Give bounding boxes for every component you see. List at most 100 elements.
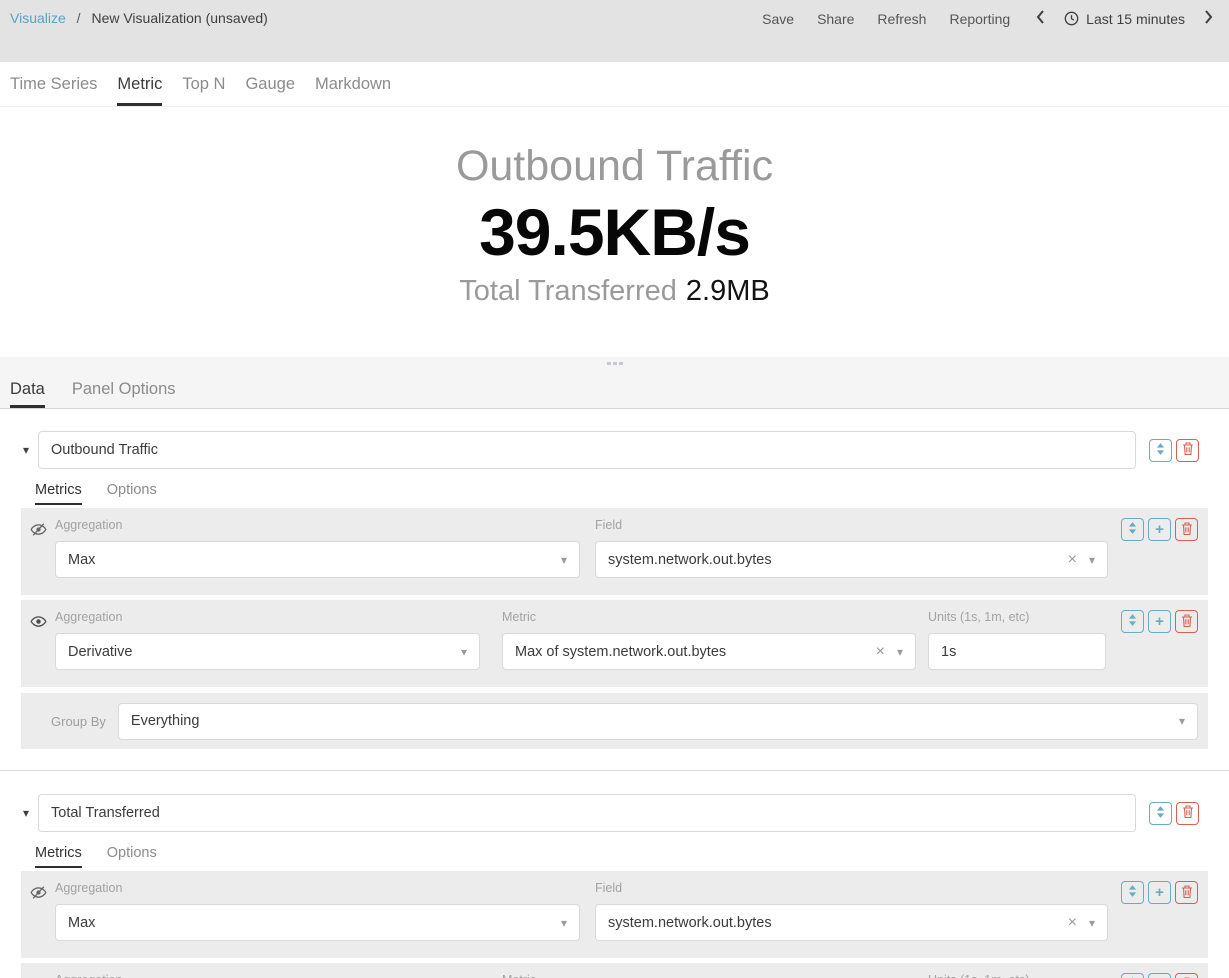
time-step-forward-button[interactable] [1204,9,1213,28]
chevron-right-icon [1204,9,1213,28]
series-header: ▾ [0,431,1229,469]
caret-down-icon: ▾ [1179,714,1185,728]
field-column: Field system.network.out.bytes × ▾ [595,881,1108,941]
sort-icon [1128,614,1137,629]
timepicker: Last 15 minutes [1036,9,1213,28]
breadcrumb-visualize-link[interactable]: Visualize [10,10,66,26]
timepicker-button[interactable]: Last 15 minutes [1064,11,1185,27]
clear-icon[interactable]: × [876,644,885,660]
timepicker-label: Last 15 minutes [1086,11,1185,27]
series-collapse-caret-icon[interactable]: ▾ [14,806,38,820]
field-select[interactable]: system.network.out.bytes × ▾ [595,904,1108,941]
add-metric-button[interactable]: + [1148,881,1171,904]
aggregation-row: Aggregation Max ▾ Field system.network.o… [21,508,1208,595]
delete-metric-button[interactable] [1175,518,1198,541]
metric-reorder-button[interactable] [1121,610,1144,633]
group-by-select[interactable]: Everything ▾ [118,703,1198,740]
units-column: Units (1s, 1m, etc) [928,973,1106,978]
metric-visualization: Outbound Traffic 39.5KB/s Total Transfer… [0,107,1229,357]
trash-icon [1181,614,1193,630]
tab-markdown[interactable]: Markdown [315,62,391,106]
series-delete-button[interactable] [1176,439,1199,462]
metric-secondary-label: Total Transferred [459,275,677,307]
tab-data[interactable]: Data [10,376,45,408]
series-collapse-caret-icon[interactable]: ▾ [14,443,38,457]
metric-reorder-button[interactable] [1121,518,1144,541]
app-header: Visualize / New Visualization (unsaved) … [0,0,1229,62]
panel-resize-handle[interactable] [0,357,1229,370]
add-metric-button[interactable]: + [1148,518,1171,541]
tab-metrics[interactable]: Metrics [35,845,82,868]
header-actions: Save Share Refresh Reporting [762,11,1010,27]
trash-icon [1182,442,1194,458]
trash-icon [1182,805,1194,821]
caret-down-icon: ▾ [897,645,903,659]
delete-metric-button[interactable] [1175,973,1198,978]
add-metric-button[interactable]: + [1148,973,1171,978]
aggregation-select-value: Derivative [68,644,449,660]
clear-icon[interactable]: × [1068,552,1077,568]
trash-icon [1181,522,1193,538]
metric-column: Metric ▾ [502,973,916,978]
aggregation-row-buttons: + [1121,881,1198,904]
series-reorder-button[interactable] [1149,802,1172,825]
aggregation-select[interactable]: Max ▾ [55,904,580,941]
eye-slash-icon [21,881,55,901]
units-input[interactable] [928,633,1106,670]
tab-metrics[interactable]: Metrics [35,482,82,505]
field-column: Field system.network.out.bytes × ▾ [595,518,1108,578]
group-by-select-value: Everything [131,713,1167,729]
tab-metric[interactable]: Metric [117,62,162,106]
field-label: Field [595,518,1108,532]
save-button[interactable]: Save [762,11,794,27]
caret-down-icon: ▾ [461,645,467,659]
caret-down-icon: ▾ [561,916,567,930]
field-select[interactable]: system.network.out.bytes × ▾ [595,541,1108,578]
sort-icon [1156,806,1165,821]
metric-select[interactable]: Max of system.network.out.bytes × ▾ [502,633,916,670]
metric-label: Metric [502,610,916,624]
tab-options[interactable]: Options [107,845,157,868]
aggregation-column: Aggregation Max ▾ [55,518,580,578]
series-label-input[interactable] [38,794,1136,832]
series-reorder-button[interactable] [1149,439,1172,462]
series-outbound-traffic: ▾ Metrics Options [0,431,1229,749]
series-tabs: Metrics Options [35,845,1229,868]
aggregation-select[interactable]: Max ▾ [55,541,580,578]
series-divider [0,770,1229,771]
aggregation-select[interactable]: Derivative ▾ [55,633,480,670]
tab-panel-options[interactable]: Panel Options [72,376,176,408]
refresh-button[interactable]: Refresh [877,11,926,27]
sort-icon [1128,885,1137,900]
time-step-back-button[interactable] [1036,9,1045,28]
clear-icon[interactable]: × [1068,915,1077,931]
share-button[interactable]: Share [817,11,854,27]
add-metric-button[interactable]: + [1148,610,1171,633]
units-label: Units (1s, 1m, etc) [928,610,1106,624]
group-by-row: Group By Everything ▾ [21,693,1208,749]
caret-down-icon: ▾ [1089,553,1095,567]
eye-icon [21,610,55,630]
delete-metric-button[interactable] [1175,881,1198,904]
field-label: Field [595,881,1108,895]
series-editor: ▾ Metrics Options [0,409,1229,978]
delete-metric-button[interactable] [1175,610,1198,633]
tab-gauge[interactable]: Gauge [245,62,295,106]
caret-down-icon: ▾ [561,553,567,567]
metric-reorder-button[interactable] [1121,973,1144,978]
aggregation-row-buttons: + [1121,518,1198,541]
metric-label: Metric [502,973,916,978]
series-label-input[interactable] [38,431,1136,469]
tab-time-series[interactable]: Time Series [10,62,97,106]
plus-icon: + [1155,885,1164,900]
series-delete-button[interactable] [1176,802,1199,825]
reporting-button[interactable]: Reporting [949,11,1010,27]
plus-icon: + [1155,522,1164,537]
header-right: Save Share Refresh Reporting Last 15 min… [762,9,1213,28]
metric-select-value: Max of system.network.out.bytes [515,644,864,660]
aggregation-select-value: Max [68,552,549,568]
metric-reorder-button[interactable] [1121,881,1144,904]
tab-options[interactable]: Options [107,482,157,505]
clock-icon [1064,11,1079,26]
tab-top-n[interactable]: Top N [182,62,225,106]
